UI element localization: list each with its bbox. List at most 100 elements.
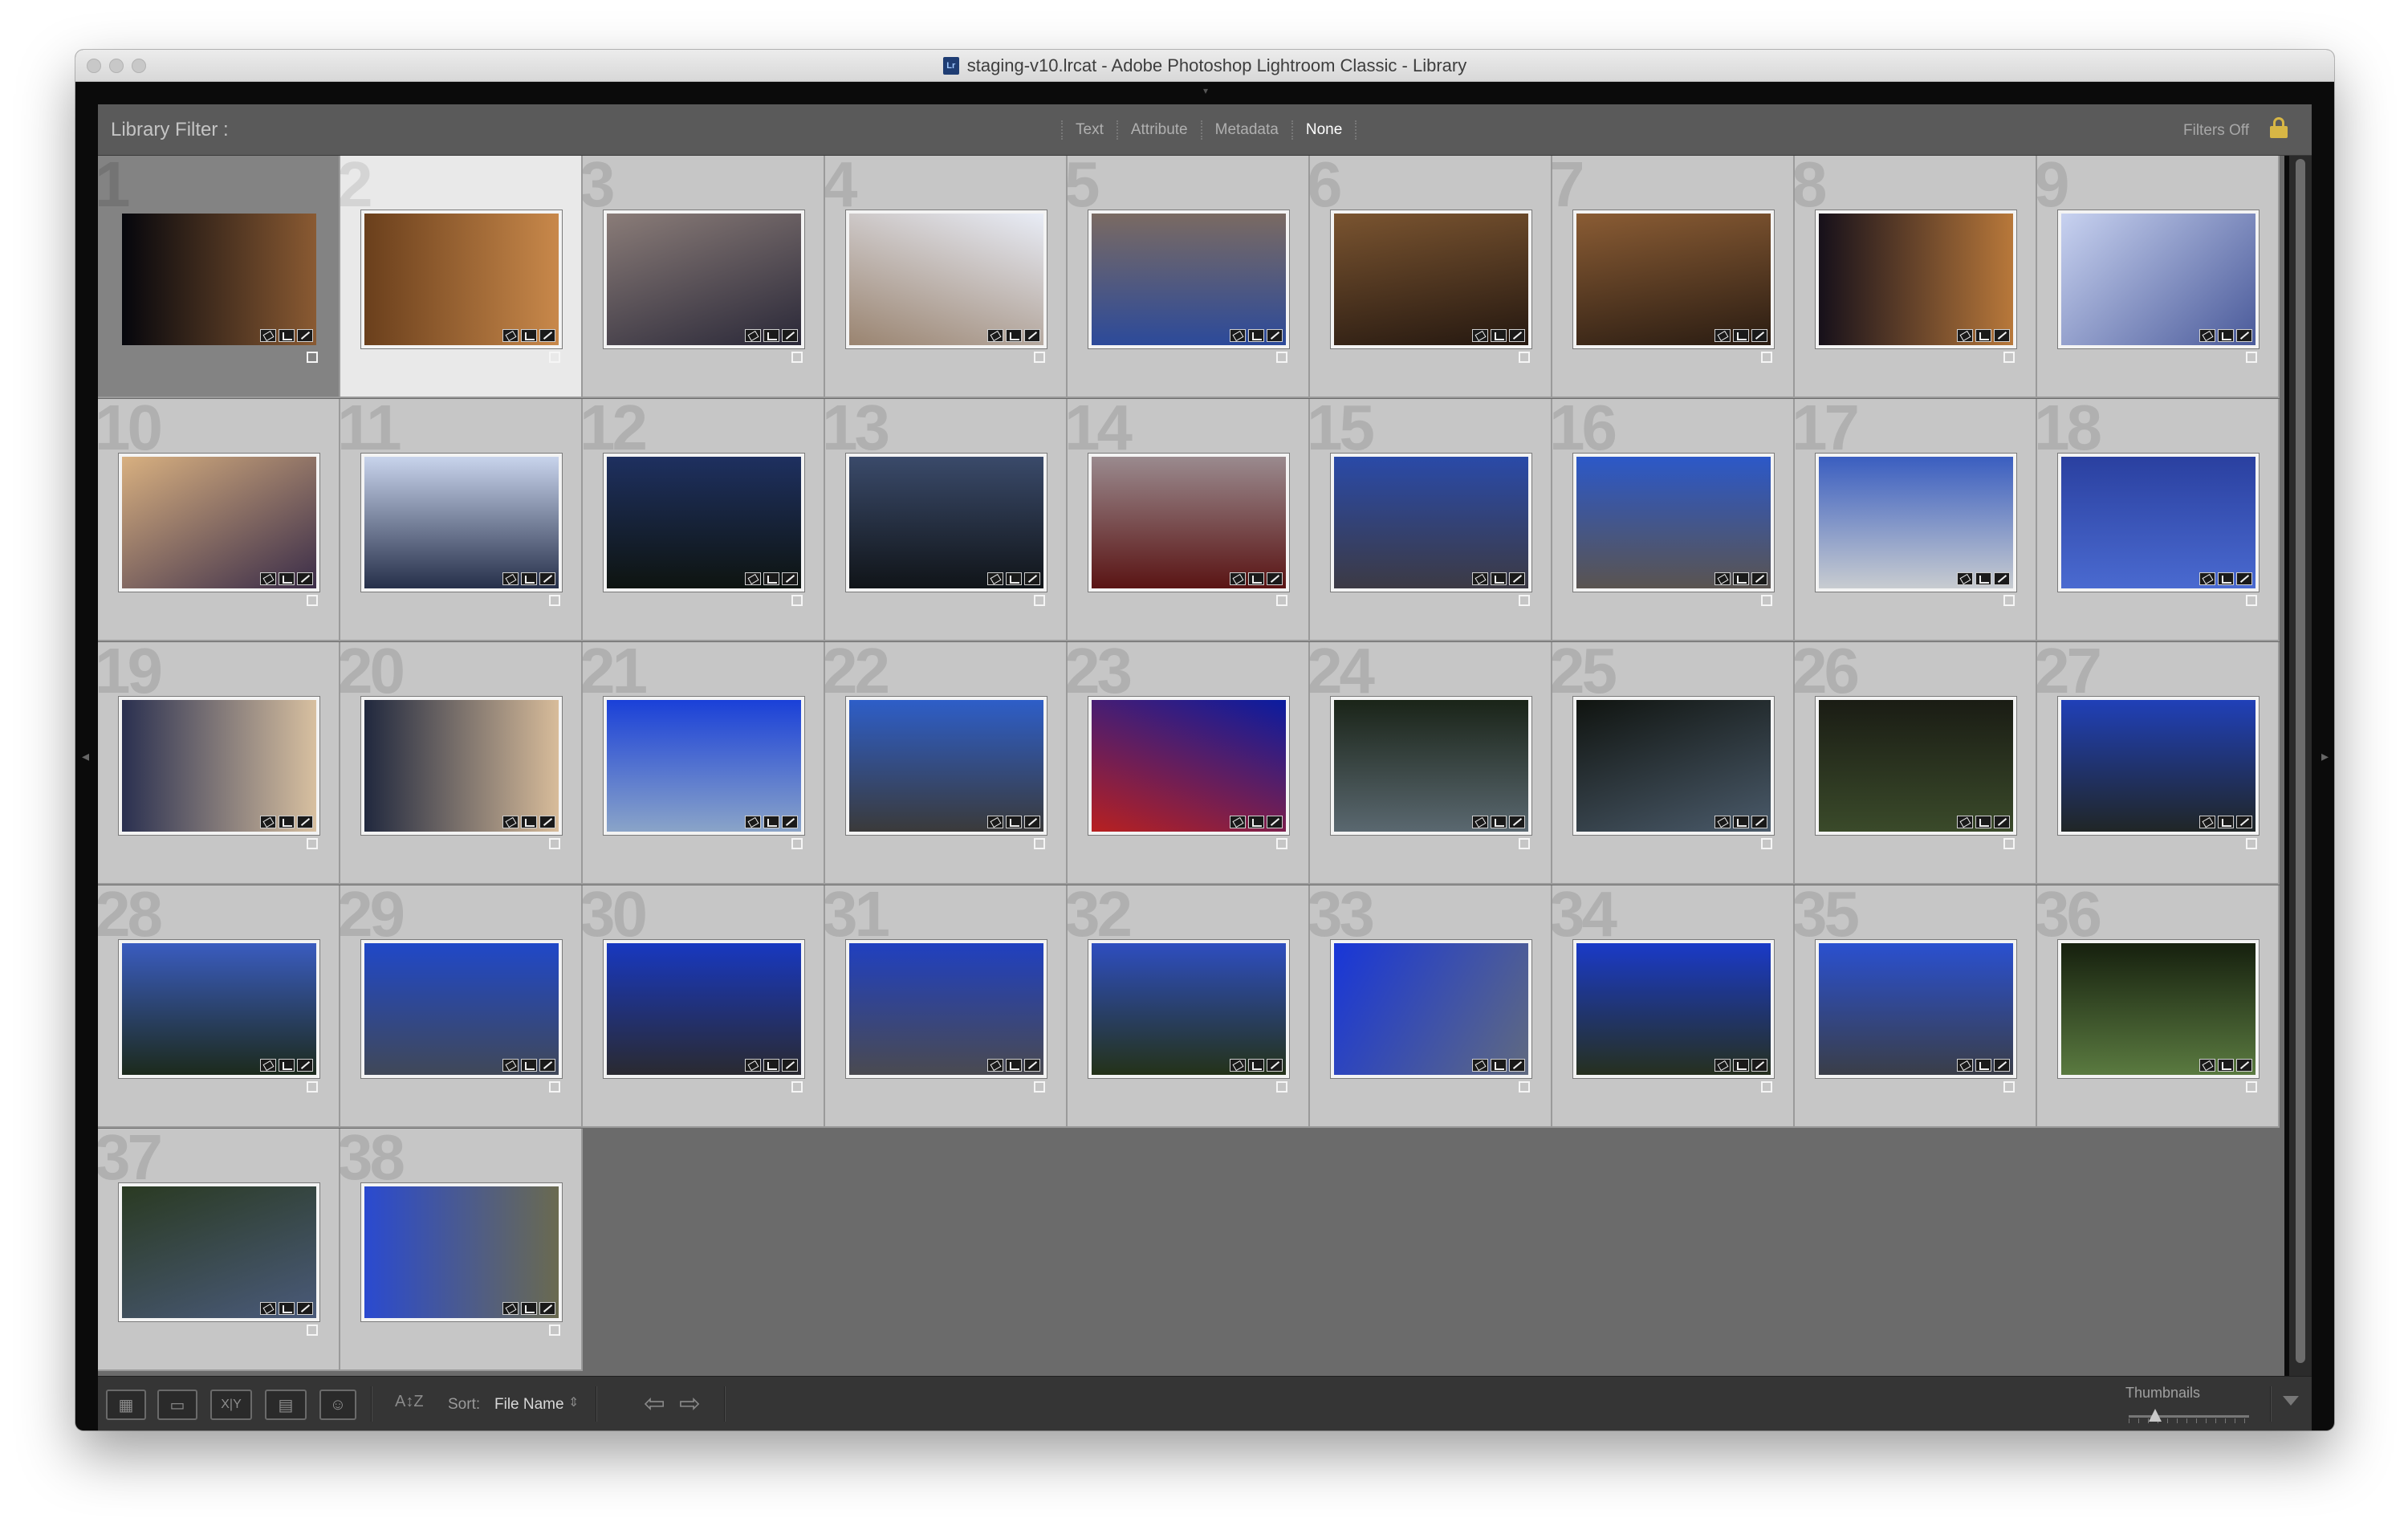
photo-cell-21[interactable]: 21	[583, 642, 825, 885]
crop-badge-icon[interactable]	[279, 329, 295, 342]
crop-badge-icon[interactable]	[1491, 572, 1507, 585]
develop-badge-icon[interactable]	[539, 816, 555, 828]
quick-collection-marker-icon[interactable]	[1276, 595, 1287, 606]
keyword-badge-icon[interactable]	[1230, 572, 1246, 585]
photo-thumbnail[interactable]	[1573, 210, 1774, 348]
keyword-badge-icon[interactable]	[987, 816, 1003, 828]
keyword-badge-icon[interactable]	[1472, 572, 1488, 585]
photo-thumbnail[interactable]	[119, 454, 319, 592]
keyword-badge-icon[interactable]	[745, 816, 761, 828]
photo-cell-25[interactable]: 25	[1552, 642, 1795, 885]
photo-thumbnail[interactable]	[846, 210, 1047, 348]
photo-thumbnail[interactable]	[1088, 697, 1289, 835]
keyword-badge-icon[interactable]	[987, 329, 1003, 342]
keyword-badge-icon[interactable]	[1957, 1059, 1973, 1072]
crop-badge-icon[interactable]	[1248, 329, 1264, 342]
photo-thumbnail[interactable]	[604, 940, 804, 1078]
quick-collection-marker-icon[interactable]	[1761, 1081, 1772, 1093]
crop-badge-icon[interactable]	[279, 816, 295, 828]
keyword-badge-icon[interactable]	[1472, 329, 1488, 342]
quick-collection-marker-icon[interactable]	[1034, 595, 1045, 606]
quick-collection-marker-icon[interactable]	[1034, 838, 1045, 849]
photo-thumbnail[interactable]	[604, 697, 804, 835]
photo-cell-11[interactable]: 11	[340, 399, 583, 641]
photo-cell-18[interactable]: 18	[2037, 399, 2280, 641]
keyword-badge-icon[interactable]	[260, 572, 276, 585]
keyword-badge-icon[interactable]	[2199, 816, 2215, 828]
photo-thumbnail[interactable]	[1573, 940, 1774, 1078]
develop-badge-icon[interactable]	[782, 329, 798, 342]
quick-collection-marker-icon[interactable]	[307, 595, 318, 606]
keyword-badge-icon[interactable]	[502, 329, 519, 342]
develop-badge-icon[interactable]	[2236, 816, 2252, 828]
quick-collection-marker-icon[interactable]	[2003, 352, 2015, 363]
crop-badge-icon[interactable]	[1733, 1059, 1749, 1072]
crop-badge-icon[interactable]	[1975, 329, 1991, 342]
develop-badge-icon[interactable]	[1751, 1059, 1767, 1072]
loupe-view-icon[interactable]: ▭	[157, 1390, 197, 1420]
quick-collection-marker-icon[interactable]	[791, 838, 803, 849]
crop-badge-icon[interactable]	[2218, 329, 2234, 342]
photo-cell-30[interactable]: 30	[583, 885, 825, 1128]
quick-collection-marker-icon[interactable]	[1519, 595, 1530, 606]
crop-badge-icon[interactable]	[521, 329, 537, 342]
photo-thumbnail[interactable]	[2058, 210, 2259, 348]
quick-collection-marker-icon[interactable]	[1276, 1081, 1287, 1093]
develop-badge-icon[interactable]	[1024, 1059, 1040, 1072]
quick-collection-marker-icon[interactable]	[2246, 352, 2257, 363]
develop-badge-icon[interactable]	[1994, 1059, 2010, 1072]
survey-view-icon[interactable]: ▤	[265, 1390, 307, 1420]
photo-thumbnail[interactable]	[1816, 940, 2016, 1078]
quick-collection-marker-icon[interactable]	[791, 1081, 803, 1093]
photo-thumbnail[interactable]	[1573, 697, 1774, 835]
photo-thumbnail[interactable]	[119, 940, 319, 1078]
photo-cell-26[interactable]: 26	[1795, 642, 2037, 885]
photo-thumbnail[interactable]	[604, 454, 804, 592]
quick-collection-marker-icon[interactable]	[2003, 1081, 2015, 1093]
quick-collection-marker-icon[interactable]	[307, 1081, 318, 1093]
photo-cell-4[interactable]: 4	[825, 156, 1068, 398]
photo-thumbnail[interactable]	[1331, 697, 1531, 835]
photo-cell-33[interactable]: 33	[1310, 885, 1552, 1128]
develop-badge-icon[interactable]	[539, 329, 555, 342]
quick-collection-marker-icon[interactable]	[549, 1325, 560, 1336]
grid-view-icon[interactable]: ▦	[106, 1390, 146, 1420]
filter-tab-metadata[interactable]: Metadata	[1200, 120, 1291, 140]
quick-collection-marker-icon[interactable]	[549, 595, 560, 606]
crop-badge-icon[interactable]	[763, 816, 779, 828]
photo-cell-31[interactable]: 31	[825, 885, 1068, 1128]
photo-cell-5[interactable]: 5	[1068, 156, 1310, 398]
grid-scrollbar[interactable]	[2289, 156, 2312, 1376]
photo-thumbnail[interactable]	[1816, 210, 2016, 348]
quick-collection-marker-icon[interactable]	[307, 1325, 318, 1336]
develop-badge-icon[interactable]	[1751, 329, 1767, 342]
quick-collection-marker-icon[interactable]	[1519, 838, 1530, 849]
photo-thumbnail[interactable]	[361, 697, 562, 835]
keyword-badge-icon[interactable]	[2199, 572, 2215, 585]
next-photo-arrow-icon[interactable]: ⇨	[679, 1388, 701, 1418]
photo-cell-19[interactable]: 19	[98, 642, 340, 885]
photo-thumbnail[interactable]	[361, 940, 562, 1078]
crop-badge-icon[interactable]	[1733, 329, 1749, 342]
crop-badge-icon[interactable]	[1006, 572, 1022, 585]
people-view-icon[interactable]: ☺	[319, 1390, 356, 1420]
crop-badge-icon[interactable]	[1248, 1059, 1264, 1072]
photo-cell-7[interactable]: 7	[1552, 156, 1795, 398]
photo-thumbnail[interactable]	[846, 454, 1047, 592]
photo-thumbnail[interactable]	[361, 1183, 562, 1321]
quick-collection-marker-icon[interactable]	[1276, 838, 1287, 849]
filter-tab-text[interactable]: Text	[1061, 120, 1117, 140]
photo-cell-38[interactable]: 38	[340, 1129, 583, 1371]
photo-thumbnail[interactable]	[361, 454, 562, 592]
photo-cell-27[interactable]: 27	[2037, 642, 2280, 885]
develop-badge-icon[interactable]	[2236, 572, 2252, 585]
keyword-badge-icon[interactable]	[987, 1059, 1003, 1072]
toolbar-content-menu-icon[interactable]	[2283, 1396, 2299, 1406]
photo-thumbnail[interactable]	[1816, 454, 2016, 592]
develop-badge-icon[interactable]	[1509, 572, 1525, 585]
photo-thumbnail[interactable]	[2058, 940, 2259, 1078]
crop-badge-icon[interactable]	[1491, 329, 1507, 342]
quick-collection-marker-icon[interactable]	[1761, 595, 1772, 606]
keyword-badge-icon[interactable]	[2199, 329, 2215, 342]
develop-badge-icon[interactable]	[1267, 329, 1283, 342]
